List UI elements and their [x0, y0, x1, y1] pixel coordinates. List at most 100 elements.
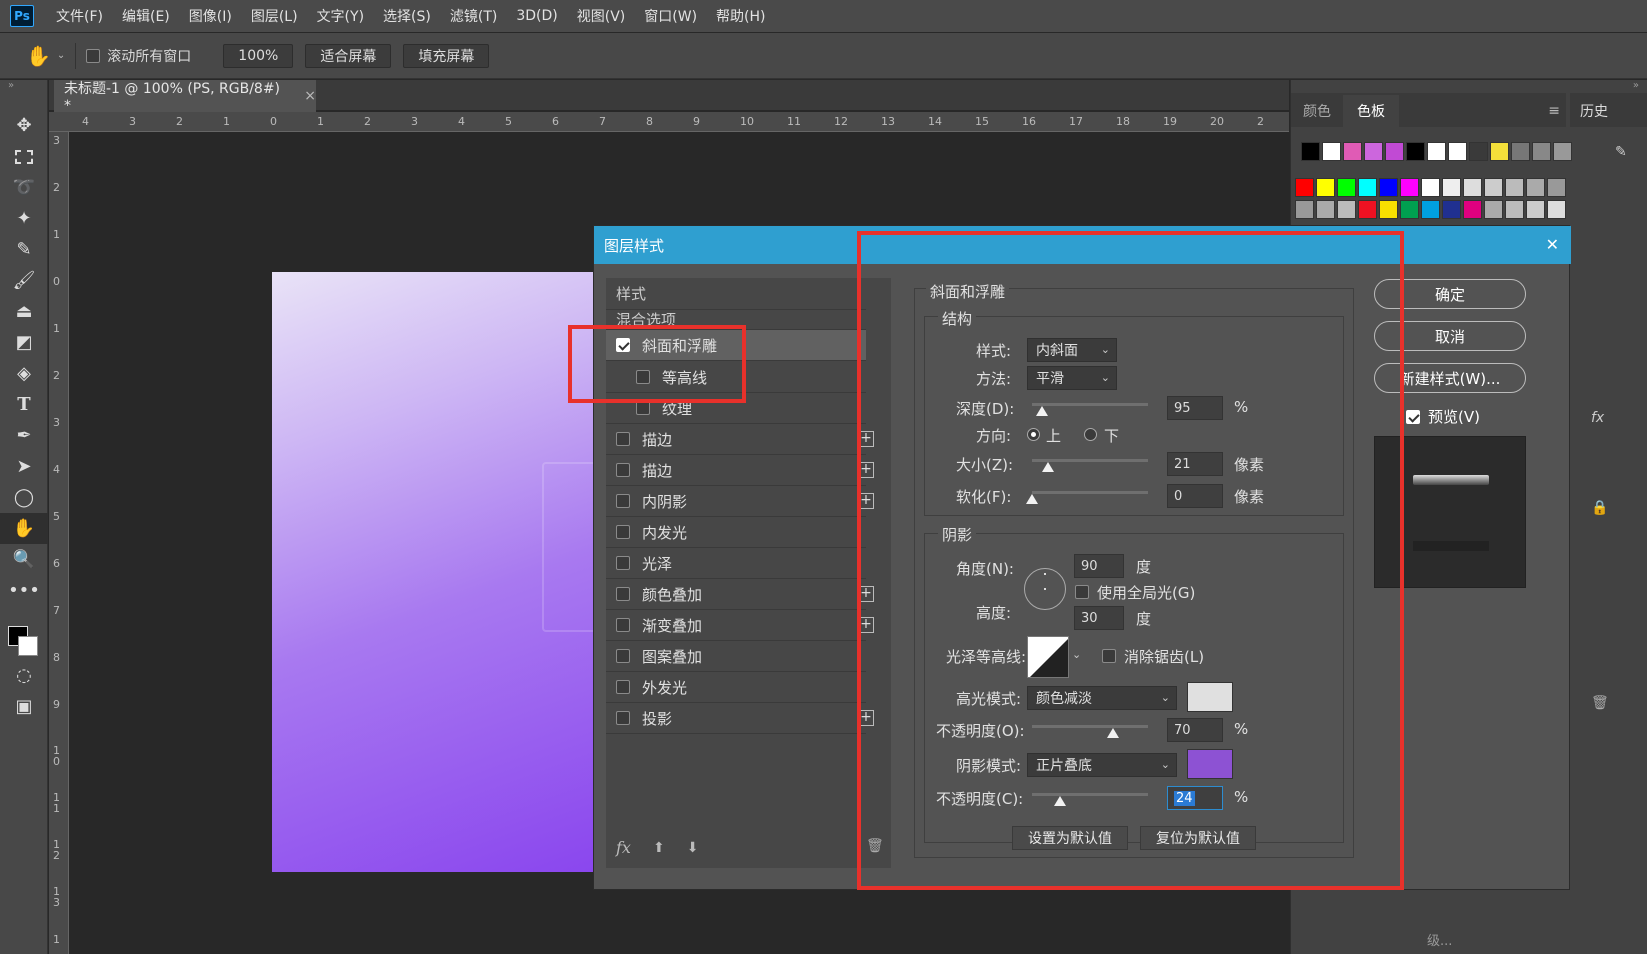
swatch[interactable] [1358, 200, 1377, 219]
menu-help[interactable]: 帮助(H) [716, 6, 765, 26]
menu-image[interactable]: 图像(I) [189, 6, 232, 26]
menu-3d[interactable]: 3D(D) [516, 8, 557, 24]
swatch[interactable] [1343, 142, 1362, 161]
close-tab-icon[interactable]: × [304, 88, 316, 104]
scroll-all-checkbox[interactable] [86, 48, 101, 63]
preview-checkbox[interactable] [1406, 409, 1420, 424]
paint-bucket-icon[interactable]: ◈ [0, 358, 48, 389]
swatch[interactable] [1406, 142, 1425, 161]
style-item-color-overlay[interactable]: 颜色叠加 + [606, 579, 874, 610]
menu-edit[interactable]: 编辑(E) [122, 6, 170, 26]
fill-screen-button[interactable]: 填充屏幕 [403, 43, 490, 68]
swatch[interactable] [1400, 200, 1419, 219]
magic-wand-icon[interactable]: ✦ [0, 203, 48, 234]
swatch[interactable] [1322, 142, 1341, 161]
swatch[interactable] [1316, 178, 1335, 197]
swatch[interactable] [1316, 200, 1335, 219]
lock-icon[interactable]: 🔒 [1591, 500, 1608, 516]
swatch[interactable] [1469, 142, 1488, 161]
swatch[interactable] [1463, 200, 1482, 219]
swatch[interactable] [1505, 200, 1524, 219]
hand-tool-icon[interactable]: ✋ [26, 44, 51, 68]
menu-filter[interactable]: 滤镜(T) [450, 6, 497, 26]
texture-checkbox[interactable] [636, 401, 650, 415]
hand-tool-active-icon[interactable]: ✋ [0, 513, 48, 544]
swatch[interactable] [1364, 142, 1383, 161]
swatch[interactable] [1547, 178, 1566, 197]
swatch[interactable] [1427, 142, 1446, 161]
swatch[interactable] [1526, 178, 1545, 197]
swatch[interactable] [1379, 200, 1398, 219]
swatch[interactable] [1463, 178, 1482, 197]
swatch[interactable] [1358, 178, 1377, 197]
menu-file[interactable]: 文件(F) [56, 6, 103, 26]
brush-icon[interactable]: 🖌 [0, 265, 48, 296]
path-select-icon[interactable]: ➤ [0, 451, 48, 482]
stamp-icon[interactable]: ⏏ [0, 296, 48, 327]
style-item-inner-glow[interactable]: 内发光 [606, 517, 866, 548]
ellipse-tool-icon[interactable]: ◯ [0, 482, 48, 513]
swatch[interactable] [1385, 142, 1404, 161]
canvas-gradient-image[interactable] [272, 272, 602, 872]
swatch[interactable] [1337, 200, 1356, 219]
swatch[interactable] [1553, 142, 1572, 161]
chevron-down-icon[interactable]: ⌄ [57, 50, 65, 61]
dialog-close-icon[interactable]: ✕ [1546, 235, 1559, 254]
gradient-overlay-checkbox[interactable] [616, 618, 630, 632]
satin-checkbox[interactable] [616, 556, 630, 570]
style-item-outer-glow[interactable]: 外发光 [606, 672, 866, 703]
swatch[interactable] [1532, 142, 1551, 161]
swatch[interactable] [1442, 200, 1461, 219]
swatch[interactable] [1379, 178, 1398, 197]
drop-shadow-checkbox[interactable] [616, 711, 630, 725]
menu-layer[interactable]: 图层(L) [251, 6, 298, 26]
styles-header[interactable]: 样式 [606, 278, 866, 310]
fx-menu-icon[interactable]: fx [616, 838, 631, 857]
marquee-tool-icon[interactable] [0, 141, 48, 172]
more-tools-icon[interactable]: ••• [0, 575, 48, 606]
swatch[interactable] [1295, 200, 1314, 219]
pen-tool-icon[interactable]: ✒ [0, 420, 48, 451]
history-brush-icon[interactable]: ✎ [1615, 144, 1627, 160]
lasso-tool-icon[interactable]: ➰ [0, 172, 48, 203]
stroke-checkbox[interactable] [616, 432, 630, 446]
style-item-drop-shadow[interactable]: 投影 + [606, 703, 874, 734]
zoom-button[interactable]: 100% [223, 43, 294, 68]
swatch[interactable] [1400, 178, 1419, 197]
style-item-pattern-overlay[interactable]: 图案叠加 [606, 641, 866, 672]
swatch[interactable] [1505, 178, 1524, 197]
menu-type[interactable]: 文字(Y) [317, 6, 364, 26]
document-tab[interactable]: 未标题-1 @ 100% (PS, RGB/8#) * × [54, 80, 316, 114]
swatch[interactable] [1301, 142, 1320, 161]
stroke-checkbox[interactable] [616, 463, 630, 477]
zoom-tool-icon[interactable]: 🔍 [0, 544, 48, 575]
style-item-stroke-2[interactable]: 描边 + [606, 455, 874, 486]
menu-view[interactable]: 视图(V) [577, 6, 626, 26]
swatch[interactable] [1337, 178, 1356, 197]
tab-swatches[interactable]: 色板 [1343, 95, 1399, 127]
color-swatches[interactable] [0, 606, 47, 660]
swatch[interactable] [1484, 178, 1503, 197]
fit-screen-button[interactable]: 适合屏幕 [305, 43, 392, 68]
inner-glow-checkbox[interactable] [616, 525, 630, 539]
style-item-inner-shadow[interactable]: 内阴影 + [606, 486, 874, 517]
quick-mask-icon[interactable]: ◌ [0, 660, 48, 691]
pattern-overlay-checkbox[interactable] [616, 649, 630, 663]
color-overlay-checkbox[interactable] [616, 587, 630, 601]
style-item-stroke-1[interactable]: 描边 + [606, 424, 874, 455]
menu-select[interactable]: 选择(S) [383, 6, 431, 26]
move-tool-icon[interactable]: ✥ [0, 110, 48, 141]
type-tool-icon[interactable]: T [0, 389, 48, 420]
screen-mode-icon[interactable]: ▣ [0, 691, 48, 722]
swatch[interactable] [1484, 200, 1503, 219]
eyedropper-icon[interactable]: ✎ [0, 234, 48, 265]
swatch[interactable] [1295, 178, 1314, 197]
eraser-icon[interactable]: ◩ [0, 327, 48, 358]
move-down-icon[interactable]: ⬇ [687, 840, 699, 856]
style-item-satin[interactable]: 光泽 [606, 548, 866, 579]
move-up-icon[interactable]: ⬆ [653, 840, 665, 856]
tab-history[interactable]: 历史 [1570, 93, 1647, 129]
swatch[interactable] [1526, 200, 1545, 219]
swatch[interactable] [1421, 178, 1440, 197]
tab-color[interactable]: 颜色 [1291, 95, 1343, 127]
